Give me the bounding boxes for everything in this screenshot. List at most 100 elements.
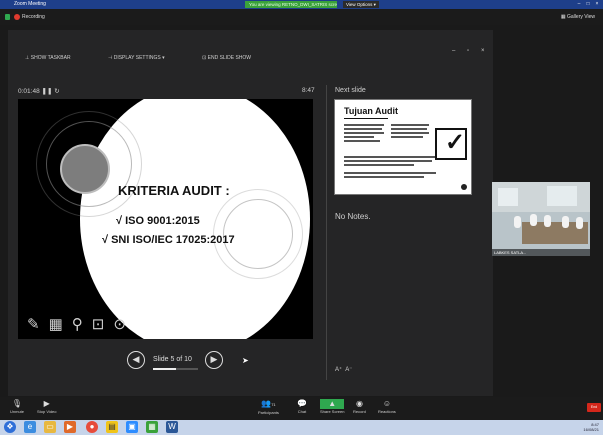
chrome-icon[interactable]: ● — [86, 421, 98, 433]
stop-video-label: Stop Video — [37, 409, 57, 414]
book-icon — [60, 144, 110, 194]
previous-slide-button[interactable]: ◀ — [127, 351, 145, 369]
reactions-label: Reactions — [378, 409, 396, 414]
timer-value: 0:01:48 — [18, 88, 40, 95]
presenter-restore-icon[interactable]: ▫ — [467, 48, 469, 54]
internet-explorer-icon[interactable]: e — [24, 421, 36, 433]
next-slide-title: Tujuan Audit — [344, 106, 398, 116]
video-person — [576, 217, 583, 229]
recording-indicator[interactable]: Recording — [14, 13, 45, 21]
reactions-button[interactable]: ☺ Reactions — [378, 399, 396, 414]
end-meeting-button[interactable]: End — [587, 403, 601, 412]
video-window — [498, 188, 518, 206]
window-title: Zoom Meeting — [14, 1, 46, 7]
share-screen-icon: ▲ — [320, 399, 345, 409]
maximize-icon[interactable]: □ — [584, 1, 592, 8]
slide-line-1: √ ISO 9001:2015 — [116, 215, 200, 227]
calendar-app-icon[interactable]: ▦ — [146, 421, 158, 433]
participants-label: Participants — [258, 410, 279, 415]
presenter-minimize-icon[interactable]: – — [452, 48, 455, 54]
chat-bubble-icon: 💬 — [297, 399, 307, 408]
restart-timer-icon[interactable]: ↻ — [54, 88, 59, 95]
next-slide-button[interactable]: ▶ — [205, 351, 223, 369]
slide-title: KRITERIA AUDIT : — [118, 183, 230, 198]
recording-label: Recording — [22, 14, 45, 20]
chat-label: Chat — [297, 409, 307, 414]
microphone-muted-icon: 🎙 — [11, 399, 23, 408]
font-increase-icon[interactable]: A⁺ — [335, 367, 342, 373]
text-line — [344, 136, 374, 138]
text-line — [344, 164, 414, 166]
text-line — [344, 124, 384, 126]
zoom-magnifier-icon[interactable]: ⚲ — [72, 316, 92, 333]
minimize-icon[interactable]: – — [575, 1, 583, 8]
video-window — [547, 186, 577, 206]
start-button-icon[interactable]: ❖ — [4, 421, 16, 433]
folder-icon[interactable]: ▤ — [106, 421, 118, 433]
media-player-icon[interactable]: ▶ — [64, 421, 76, 433]
share-screen-label: Share Screen — [320, 409, 345, 414]
video-person — [562, 216, 569, 228]
close-icon[interactable]: × — [593, 1, 601, 8]
participants-icon: 👥71 — [261, 399, 276, 408]
system-tray[interactable]: 8:47 16/08/21 — [583, 422, 599, 432]
windows-taskbar: ❖ e ▭ ▶ ● ▤ ▣ ▦ W 8:47 16/08/21 — [0, 420, 603, 435]
mouse-cursor: ➤ — [242, 356, 249, 365]
display-settings-button[interactable]: ⊣ DISPLAY SETTINGS ▾ — [108, 55, 183, 61]
pointer-screen-icon[interactable]: ⊡ — [92, 316, 114, 333]
pause-icon[interactable]: ❚❚ — [42, 88, 53, 95]
tray-date: 16/08/21 — [583, 427, 599, 432]
share-status-banner: You are viewing RETNO_DWI_SATRIS screen — [245, 1, 337, 8]
video-person — [530, 214, 537, 226]
video-person — [514, 216, 521, 228]
end-slide-show-label: END SLIDE SHOW — [207, 55, 251, 61]
record-dot-icon — [14, 13, 20, 20]
slide-navigation: ◀ Slide 5 of 10 ▶ — [127, 351, 247, 373]
record-button[interactable]: ◉ Record — [353, 399, 366, 414]
next-slide-thumbnail[interactable]: Tujuan Audit ✓ — [334, 99, 472, 195]
speaker-notes: No Notes. — [335, 212, 371, 221]
gallery-view-button[interactable]: ▦ Gallery View — [561, 13, 595, 21]
checklist-icon: ✓ — [435, 128, 467, 160]
slide-line-2: √ SNI ISO/IEC 17025:2017 — [102, 234, 235, 246]
participant-video[interactable]: LABKES SATLA... — [492, 182, 590, 256]
font-decrease-icon[interactable]: A⁻ — [345, 367, 352, 373]
more-options-icon[interactable]: ⊙ — [113, 316, 135, 333]
unmute-label: Unmute — [10, 409, 25, 414]
pane-divider[interactable] — [326, 85, 327, 380]
participants-count: 71 — [271, 402, 276, 407]
stop-video-button[interactable]: ▶ Stop Video — [37, 399, 57, 414]
chat-button[interactable]: 💬 Chat — [297, 399, 307, 414]
current-slide: KRITERIA AUDIT : √ ISO 9001:2015 √ SNI I… — [18, 99, 313, 339]
presenter-tools: ✎▦⚲⊡⊙ — [27, 315, 135, 333]
show-taskbar-label: SHOW TASKBAR — [30, 55, 71, 61]
meeting-control-bar: 🎙 Unmute ▶ Stop Video 👥71 Participants 💬 Cha… — [0, 397, 603, 420]
text-line — [391, 132, 429, 134]
text-line — [344, 160, 432, 162]
presenter-close-icon[interactable]: × — [481, 48, 485, 54]
slide-counter: Slide 5 of 10 — [153, 356, 192, 363]
title-underline — [344, 118, 388, 119]
notes-font-size-controls: A⁺ A⁻ — [335, 366, 352, 373]
video-camera-icon: ▶ — [43, 399, 50, 408]
share-screen-button[interactable]: ▲ Share Screen — [320, 399, 345, 414]
encryption-shield-icon[interactable] — [5, 14, 10, 20]
meeting-top-bar: Recording ▦ Gallery View — [0, 9, 603, 25]
display-settings-label: DISPLAY SETTINGS ▾ — [113, 55, 165, 61]
gallery-view-label: Gallery View — [567, 14, 595, 20]
show-taskbar-button[interactable]: ⊥ SHOW TASKBAR — [25, 55, 89, 61]
view-options-button[interactable]: View Options ▾ — [343, 1, 379, 8]
file-explorer-icon[interactable]: ▭ — [44, 421, 56, 433]
pen-tool-icon[interactable]: ✎ — [27, 316, 49, 333]
text-line — [391, 128, 427, 130]
text-line — [344, 140, 380, 142]
zoom-app-icon[interactable]: ▣ — [126, 421, 138, 433]
window-titlebar: Zoom Meeting You are viewing RETNO_DWI_S… — [0, 0, 603, 9]
text-line — [344, 176, 424, 178]
word-icon[interactable]: W — [166, 421, 178, 433]
unmute-button[interactable]: 🎙 Unmute — [10, 399, 24, 414]
end-slide-show-button[interactable]: ⊡ END SLIDE SHOW — [202, 55, 269, 61]
participants-button[interactable]: 👥71 Participants — [258, 399, 279, 415]
slide-grid-icon[interactable]: ▦ — [49, 316, 72, 333]
slide-timer: 0:01:48 ❚❚ ↻ — [18, 87, 60, 95]
